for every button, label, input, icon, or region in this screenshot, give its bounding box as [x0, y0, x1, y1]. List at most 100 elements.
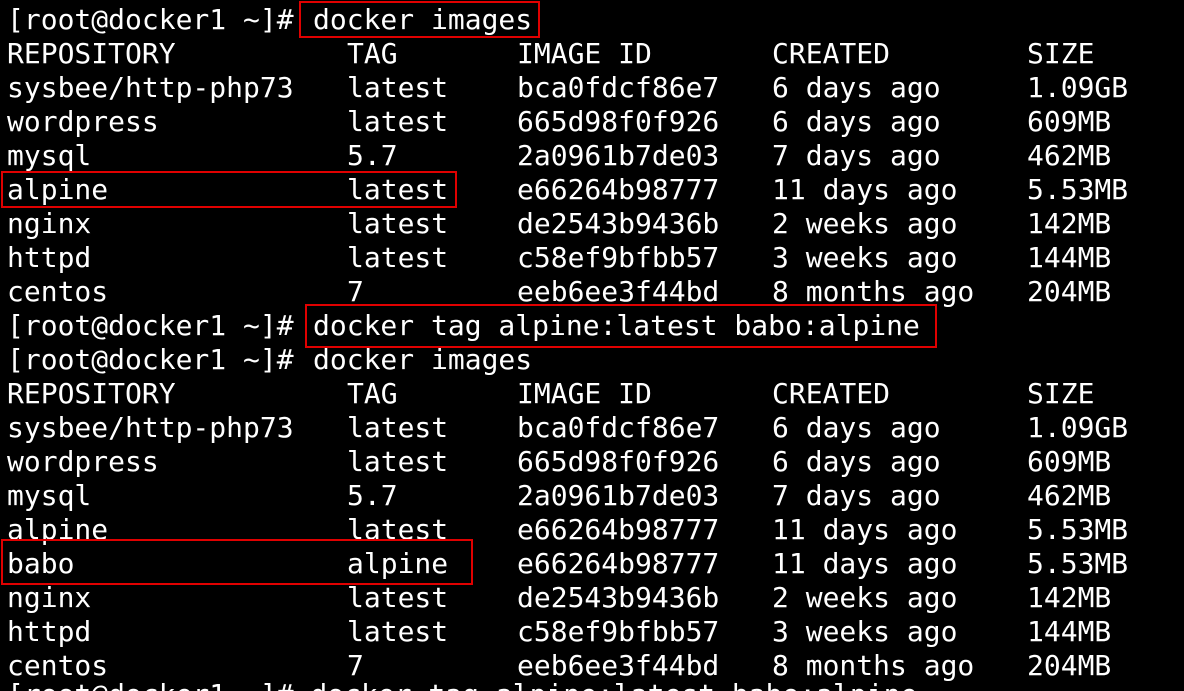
header-tag: TAG: [347, 377, 398, 410]
cell-image-id: 2a0961b7de03: [517, 479, 720, 512]
cell-repository: alpine: [7, 173, 109, 206]
cell-image-id: c58ef9bfbb57: [517, 615, 720, 648]
shell-prompt: [root@docker1 ~]#: [7, 343, 294, 376]
table-row: nginx latest de2543b9436b 2 weeks ago 14…: [0, 581, 1184, 615]
cell-tag: latest: [347, 105, 449, 138]
cell-repository: wordpress: [7, 445, 159, 478]
cell-size: 142MB: [1027, 581, 1112, 614]
cell-image-id: 665d98f0f926: [517, 445, 720, 478]
command-text: docker images: [313, 3, 533, 36]
cell-size: 5.53MB: [1027, 547, 1129, 580]
cell-tag: latest: [347, 513, 449, 546]
terminal-window[interactable]: [root@docker1 ~]# docker images REPOSITO…: [0, 0, 1184, 691]
table-header: REPOSITORY TAG IMAGE ID CREATED SIZE: [0, 37, 1184, 71]
table-row: wordpress latest 665d98f0f926 6 days ago…: [0, 105, 1184, 139]
cell-created: 11 days ago: [772, 547, 958, 580]
table-header: REPOSITORY TAG IMAGE ID CREATED SIZE: [0, 377, 1184, 411]
cell-image-id: 665d98f0f926: [517, 105, 720, 138]
cell-size: 1.09GB: [1027, 411, 1129, 444]
cell-repository: centos: [7, 275, 109, 308]
cell-tag: latest: [347, 71, 449, 104]
cell-created: 8 months ago: [772, 275, 975, 308]
header-repository: REPOSITORY: [7, 37, 176, 70]
cell-repository: alpine: [7, 513, 109, 546]
cell-created: 2 weeks ago: [772, 581, 958, 614]
cell-image-id: de2543b9436b: [517, 581, 720, 614]
cell-tag: 7: [347, 275, 364, 308]
cell-image-id: bca0fdcf86e7: [517, 411, 720, 444]
header-created: CREATED: [772, 37, 891, 70]
cell-image-id: e66264b98777: [517, 513, 720, 546]
cell-repository: sysbee/http-php73: [7, 71, 294, 104]
table-row: wordpress latest 665d98f0f926 6 days ago…: [0, 445, 1184, 479]
cell-created: 11 days ago: [772, 173, 958, 206]
table-row: babo alpine e66264b98777 11 days ago 5.5…: [0, 547, 1184, 581]
table-row: mysql 5.7 2a0961b7de03 7 days ago 462MB: [0, 139, 1184, 173]
cell-tag: alpine: [347, 547, 449, 580]
cell-repository: mysql: [7, 479, 92, 512]
cell-size: 144MB: [1027, 615, 1112, 648]
cell-tag: 5.7: [347, 139, 398, 172]
prompt-line: [root@docker1 ~]# docker tag alpine:late…: [0, 309, 1184, 343]
cell-repository: httpd: [7, 615, 92, 648]
shell-prompt: [root@docker1 ~]#: [7, 309, 294, 342]
command-text: docker images: [313, 343, 533, 376]
table-row: sysbee/http-php73 latest bca0fdcf86e7 6 …: [0, 71, 1184, 105]
cell-repository: wordpress: [7, 105, 159, 138]
table-row: nginx latest de2543b9436b 2 weeks ago 14…: [0, 207, 1184, 241]
cell-image-id: e66264b98777: [517, 173, 720, 206]
table-row: sysbee/http-php73 latest bca0fdcf86e7 6 …: [0, 411, 1184, 445]
cell-tag: latest: [347, 581, 449, 614]
table-row: alpine latest e66264b98777 11 days ago 5…: [0, 173, 1184, 207]
cell-created: 6 days ago: [772, 445, 941, 478]
cell-size: 462MB: [1027, 479, 1112, 512]
cell-image-id: e66264b98777: [517, 547, 720, 580]
table-row: mysql 5.7 2a0961b7de03 7 days ago 462MB: [0, 479, 1184, 513]
cell-tag: latest: [347, 207, 449, 240]
command-text: docker tag alpine:latest babo:alpine: [313, 309, 920, 342]
cell-tag: 5.7: [347, 479, 398, 512]
cell-size: 144MB: [1027, 241, 1112, 274]
cell-image-id: c58ef9bfbb57: [517, 241, 720, 274]
cell-image-id: de2543b9436b: [517, 207, 720, 240]
cell-created: 3 weeks ago: [772, 615, 958, 648]
prompt-line: [root@docker1 ~]# docker images: [0, 3, 1184, 37]
cell-tag: latest: [347, 173, 449, 206]
cell-created: 6 days ago: [772, 411, 941, 444]
cell-size: 204MB: [1027, 275, 1112, 308]
cell-created: 7 days ago: [772, 479, 941, 512]
cell-size: 142MB: [1027, 207, 1112, 240]
header-created: CREATED: [772, 377, 891, 410]
prompt-line: [root@docker1 ~]# docker images: [0, 343, 1184, 377]
cell-repository: mysql: [7, 139, 92, 172]
cell-repository: sysbee/http-php73: [7, 411, 294, 444]
cell-size: 5.53MB: [1027, 173, 1129, 206]
cell-size: 5.53MB: [1027, 513, 1129, 546]
cell-tag: latest: [347, 241, 449, 274]
table-row: httpd latest c58ef9bfbb57 3 weeks ago 14…: [0, 615, 1184, 649]
cell-repository: babo: [7, 547, 75, 580]
header-repository: REPOSITORY: [7, 377, 176, 410]
cell-created: 3 weeks ago: [772, 241, 958, 274]
cell-image-id: eeb6ee3f44bd: [517, 275, 720, 308]
header-size: SIZE: [1027, 377, 1095, 410]
header-size: SIZE: [1027, 37, 1095, 70]
header-image-id: IMAGE ID: [517, 377, 652, 410]
cell-tag: latest: [347, 445, 449, 478]
cell-repository: nginx: [7, 207, 92, 240]
cell-image-id: 2a0961b7de03: [517, 139, 720, 172]
cell-size: 1.09GB: [1027, 71, 1129, 104]
cell-size: 609MB: [1027, 445, 1112, 478]
cell-created: 6 days ago: [772, 71, 941, 104]
cell-created: 6 days ago: [772, 105, 941, 138]
cell-repository: httpd: [7, 241, 92, 274]
cell-repository: nginx: [7, 581, 92, 614]
clipped-prompt-line: [root@docker1 ~]# docker tag alpine:late…: [7, 678, 917, 691]
table-row: httpd latest c58ef9bfbb57 3 weeks ago 14…: [0, 241, 1184, 275]
table-row: centos 7 eeb6ee3f44bd 8 months ago 204MB: [0, 275, 1184, 309]
table-row: alpine latest e66264b98777 11 days ago 5…: [0, 513, 1184, 547]
cell-created: 7 days ago: [772, 139, 941, 172]
cell-tag: latest: [347, 615, 449, 648]
cell-created: 11 days ago: [772, 513, 958, 546]
cell-size: 462MB: [1027, 139, 1112, 172]
